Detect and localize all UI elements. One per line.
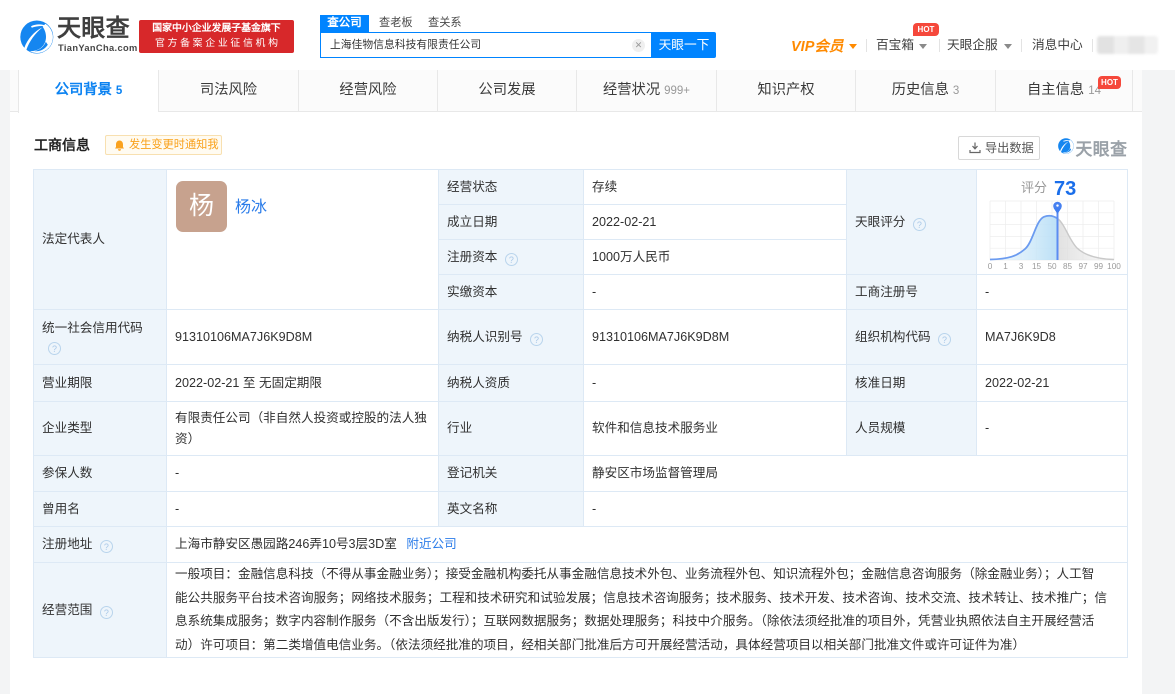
svg-text:评分: 评分 — [1021, 180, 1047, 195]
svg-text:0: 0 — [988, 262, 993, 271]
svg-text:50: 50 — [1047, 262, 1057, 271]
svg-text:73: 73 — [1054, 178, 1076, 200]
svg-text:15: 15 — [1032, 262, 1042, 271]
svg-text:85: 85 — [1063, 262, 1073, 271]
svg-text:97: 97 — [1078, 262, 1088, 271]
svg-text:100: 100 — [1107, 262, 1121, 271]
svg-text:1: 1 — [1003, 262, 1008, 271]
svg-text:99: 99 — [1094, 262, 1104, 271]
svg-text:3: 3 — [1019, 262, 1024, 271]
